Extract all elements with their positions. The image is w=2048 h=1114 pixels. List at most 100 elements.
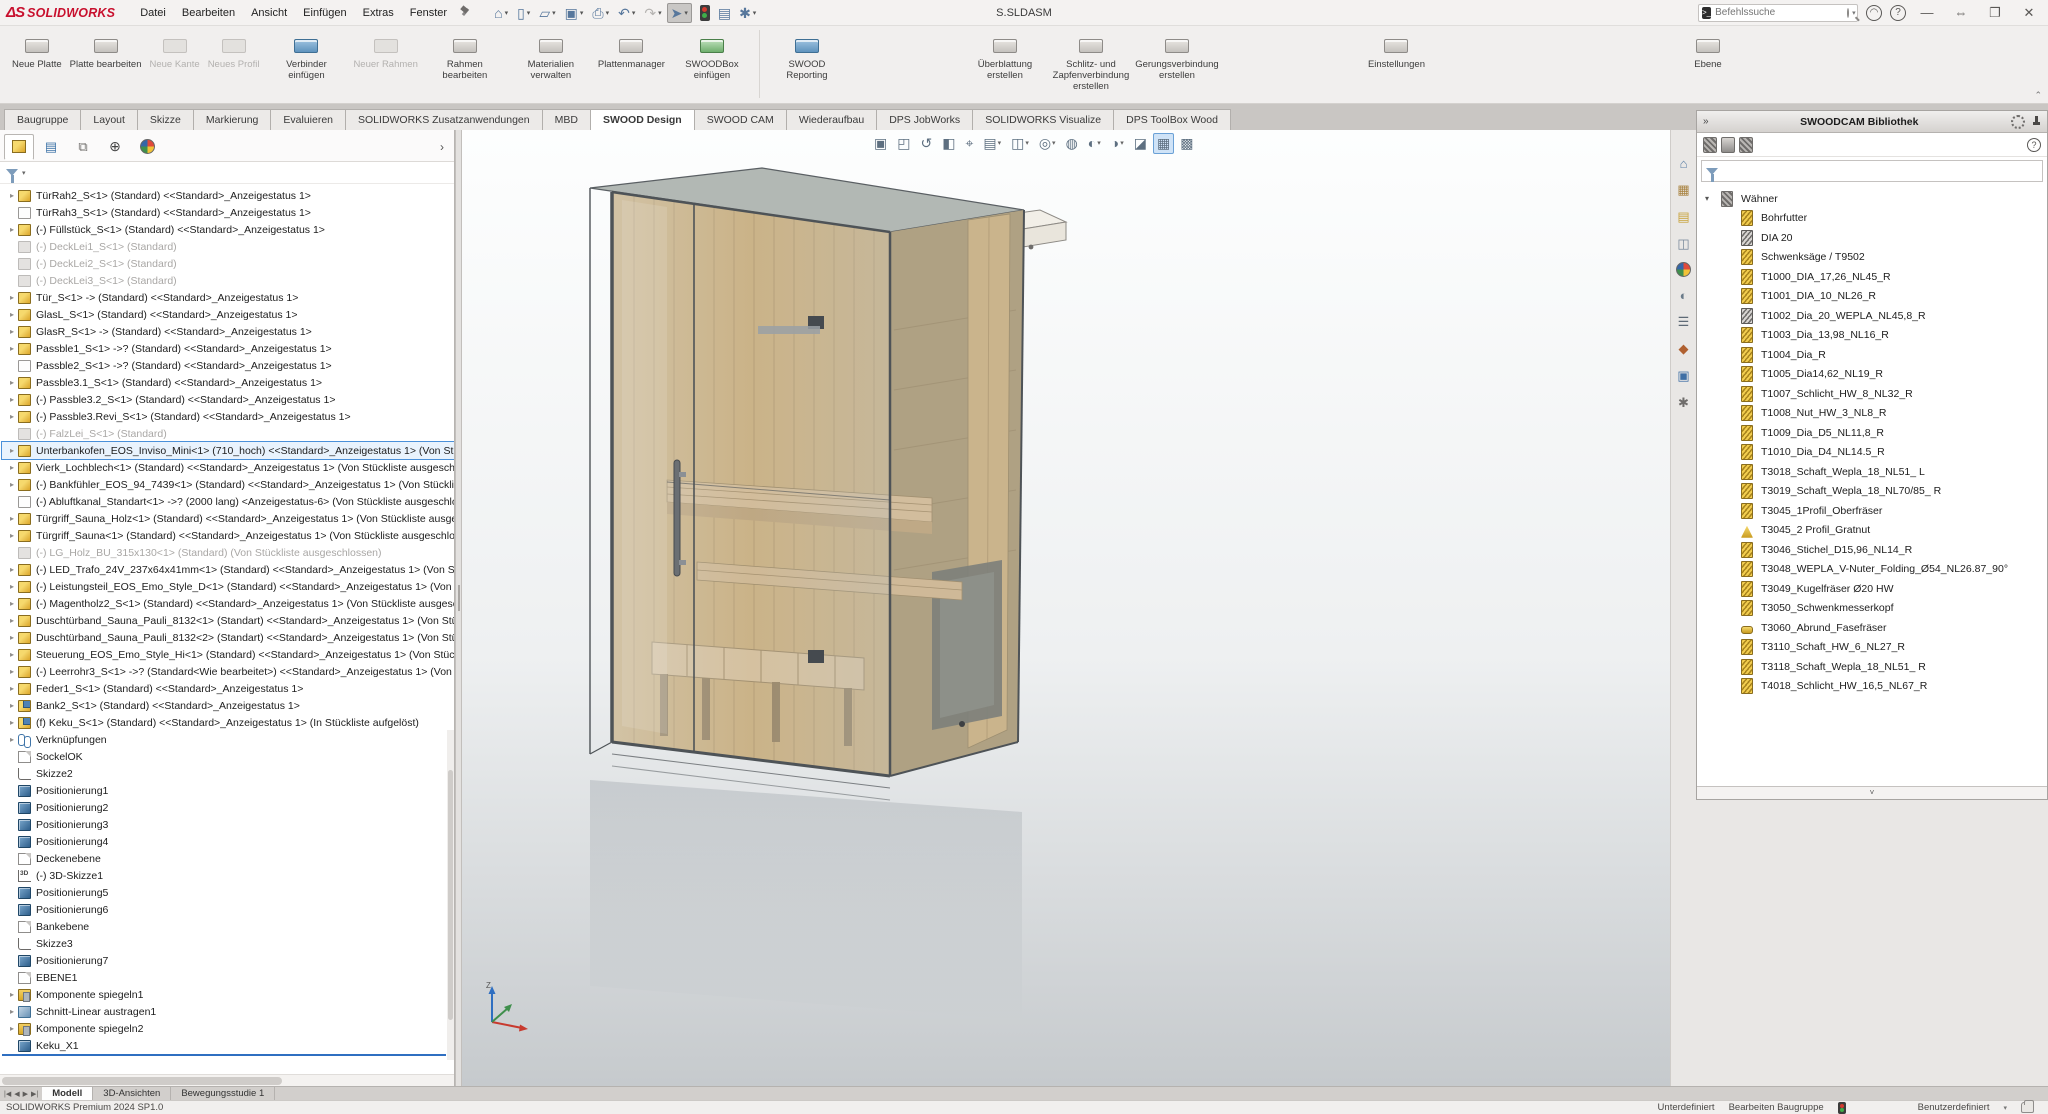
tool-item[interactable]: T1005_Dia14,62_NL19_R	[1697, 365, 2047, 385]
tool-item[interactable]: T1010_Dia_D4_NL14.5_R	[1697, 443, 2047, 463]
tree-item[interactable]: ▸ (-) LG_Holz_BU_315x130<1> (Standard) (…	[2, 544, 454, 561]
menu-item[interactable]: Bearbeiten	[175, 4, 242, 22]
custom-properties-icon[interactable]: ☰	[1675, 313, 1693, 331]
expand-arrow-icon[interactable]: ▸	[6, 412, 18, 421]
close-button[interactable]: ✕	[2016, 4, 2042, 22]
pan-hand-icon[interactable]	[2021, 1102, 2034, 1113]
tree-item[interactable]: ▸ Schnitt-Linear austragen1	[2, 1003, 454, 1020]
menu-item[interactable]: Datei	[133, 4, 173, 22]
tree-item[interactable]: ▸ Skizze2	[2, 765, 454, 782]
help-icon[interactable]: ?	[1890, 5, 1906, 21]
tool-item[interactable]: T3060_Abrund_Fasefräser	[1697, 618, 2047, 638]
command-tab[interactable]: Markierung	[193, 109, 272, 130]
prev-tab-icon[interactable]: ◀	[14, 1090, 19, 1098]
expand-arrow-icon[interactable]: ▸	[6, 395, 18, 404]
menu-item[interactable]: Extras	[356, 4, 401, 22]
ribbon-button[interactable]: SWOOD Reporting	[764, 30, 850, 84]
tree-item[interactable]: ▸ TürRah2_S<1> (Standard) <<Standard>_An…	[2, 187, 454, 204]
command-tab[interactable]: SWOOD Design	[590, 109, 695, 130]
expand-arrow-icon[interactable]: ▸	[6, 378, 18, 387]
ribbon-button[interactable]: Neue Kante	[146, 30, 204, 73]
expand-arrow-icon[interactable]: ▸	[6, 565, 18, 574]
tool-item[interactable]: T1003_Dia_13,98_NL16_R	[1697, 326, 2047, 346]
tree-item[interactable]: ▸ Komponente spiegeln1	[2, 986, 454, 1003]
tool-item[interactable]: T3118_Schaft_Wepla_18_NL51_ R	[1697, 657, 2047, 677]
expand-arrow-icon[interactable]: ▸	[6, 344, 18, 353]
tab-dimxpert-manager[interactable]: ⊕	[100, 134, 130, 160]
save-icon[interactable]: ▣▾	[561, 3, 588, 23]
search-input[interactable]	[1715, 7, 1847, 18]
tree-item[interactable]: ▸ SockelOK	[2, 748, 454, 765]
tree-item[interactable]: ▸ Passble3.1_S<1> (Standard) <<Standard>…	[2, 374, 454, 391]
tree-item[interactable]: ▸ Steuerung_EOS_Emo_Style_Hi<1> (Standar…	[2, 646, 454, 663]
tool-library-icon[interactable]	[1703, 137, 1717, 153]
tree-item[interactable]: ▸ Positionierung7	[2, 952, 454, 969]
ribbon-button[interactable]: Überblattung erstellen	[962, 30, 1048, 84]
edit-appearance-icon[interactable]: ◍	[1062, 133, 1082, 154]
tree-item[interactable]: ▸ Positionierung5	[2, 884, 454, 901]
collapse-arrow-icon[interactable]: ▾	[1705, 194, 1721, 203]
tree-item[interactable]: ▸ Türgriff_Sauna_Holz<1> (Standard) <<St…	[2, 510, 454, 527]
ribbon-button[interactable]: Einstellungen	[1364, 30, 1429, 73]
menu-pin-icon[interactable]	[458, 6, 472, 20]
first-tab-icon[interactable]: |◀	[4, 1090, 11, 1098]
ribbon-button[interactable]: Neue Platte	[8, 30, 66, 73]
expand-arrow-icon[interactable]: ▸	[6, 446, 18, 455]
expand-arrow-icon[interactable]: ▸	[6, 616, 18, 625]
tree-item[interactable]: ▸ Positionierung3	[2, 816, 454, 833]
tree-item[interactable]: ▸ Komponente spiegeln2	[2, 1020, 454, 1037]
section-view-icon[interactable]: ◧	[938, 133, 959, 154]
tree-item[interactable]: ▸ (-) Leerrohr3_S<1> ->? (Standard<Wie b…	[2, 663, 454, 680]
frame-grid-icon[interactable]: ▦	[1153, 133, 1174, 154]
tree-item[interactable]: ▸ Positionierung2	[2, 799, 454, 816]
model-3d-sauna[interactable]	[462, 130, 1670, 1086]
expand-arrow-icon[interactable]: ▸	[6, 990, 18, 999]
swoodcam-help-icon[interactable]: ?	[2027, 138, 2041, 152]
expand-arrow-icon[interactable]: ▸	[6, 1007, 18, 1016]
menu-item[interactable]: Einfügen	[296, 4, 353, 22]
appearances-icon[interactable]	[1676, 262, 1691, 277]
expand-arrow-icon[interactable]: ▸	[6, 327, 18, 336]
tool-edit-icon[interactable]	[1739, 137, 1753, 153]
swood-design-icon[interactable]: ◆	[1675, 340, 1693, 358]
tree-item[interactable]: ▸ TürRah3_S<1> (Standard) <<Standard>_An…	[2, 204, 454, 221]
menu-item[interactable]: Ansicht	[244, 4, 294, 22]
expand-arrow-icon[interactable]: ▸	[6, 701, 18, 710]
next-tab-icon[interactable]: ▶	[23, 1090, 28, 1098]
undo-icon[interactable]: ↶▾	[614, 3, 639, 23]
tool-item[interactable]: T1004_Dia_R	[1697, 345, 2047, 365]
open-icon[interactable]: ▱▾	[535, 3, 559, 23]
previous-view-icon[interactable]: ↺	[916, 133, 936, 154]
tab-scroll-buttons[interactable]: |◀ ◀ ▶ ▶|	[0, 1087, 42, 1100]
tree-item[interactable]: ▸ (-) FalzLei_S<1> (Standard)	[2, 425, 454, 442]
command-tab[interactable]: MBD	[542, 109, 591, 130]
panel-expand-bar[interactable]: ˅	[1697, 786, 2047, 799]
tab-display-manager[interactable]	[132, 134, 162, 160]
tool-item[interactable]: T1009_Dia_D5_NL11,8_R	[1697, 423, 2047, 443]
restore-windows-button[interactable]: ❐	[1982, 4, 2008, 22]
tool-item[interactable]: T3110_Schaft_HW_6_NL27_R	[1697, 638, 2047, 658]
expand-arrow-icon[interactable]: ▸	[6, 225, 18, 234]
tab-property-manager[interactable]: ▤	[36, 134, 66, 160]
tree-item[interactable]: ▸ (-) Bankfühler_EOS_94_7439<1> (Standar…	[2, 476, 454, 493]
tree-item[interactable]: ▸ GlasL_S<1> (Standard) <<Standard>_Anze…	[2, 306, 454, 323]
tab-configuration-manager[interactable]: ⧉	[68, 134, 98, 160]
tree-item[interactable]: ▸ (-) DeckLei1_S<1> (Standard)	[2, 238, 454, 255]
expand-arrow-icon[interactable]: ▸	[6, 514, 18, 523]
command-tab[interactable]: DPS ToolBox Wood	[1113, 109, 1231, 130]
new-document-icon[interactable]: ▯▾	[513, 3, 534, 23]
tree-item[interactable]: ▸ Unterbankofen_EOS_Inviso_Mini<1> (710_…	[2, 442, 454, 459]
command-tab[interactable]: SWOOD CAM	[694, 109, 787, 130]
tree-item[interactable]: ▸ (-) Passble3.Revi_S<1> (Standard) <<St…	[2, 408, 454, 425]
command-tab[interactable]: Skizze	[137, 109, 194, 130]
tool-group-row[interactable]: ▾ Wähner	[1697, 189, 2047, 209]
tool-item[interactable]: T1002_Dia_20_WEPLA_NL45,8_R	[1697, 306, 2047, 326]
rebuild-traffic-light-icon[interactable]	[696, 2, 714, 24]
command-tab[interactable]: DPS JobWorks	[876, 109, 973, 130]
search-icon[interactable]	[1847, 8, 1849, 18]
tree-item[interactable]: ▸ EBENE1	[2, 969, 454, 986]
swood-cam-icon[interactable]: ▣	[1675, 367, 1693, 385]
tree-item[interactable]: ▸ Deckenebene	[2, 850, 454, 867]
annotation-views-icon[interactable]: ⌖	[961, 133, 977, 154]
command-tab[interactable]: Baugruppe	[4, 109, 81, 130]
